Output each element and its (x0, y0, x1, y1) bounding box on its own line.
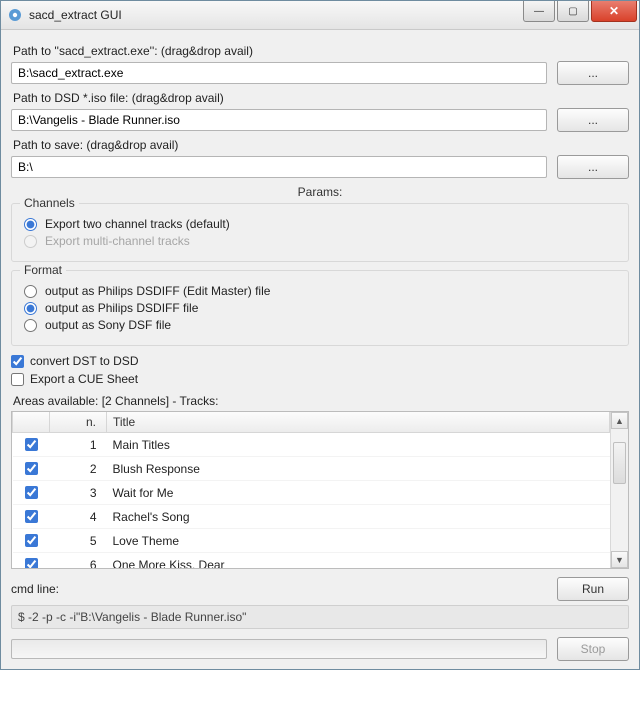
scroll-down-icon[interactable]: ▼ (611, 551, 628, 568)
scroll-up-icon[interactable]: ▲ (611, 412, 628, 429)
params-header: Params: (11, 185, 629, 199)
table-row[interactable]: 2Blush Response (13, 457, 610, 481)
track-title: Blush Response (107, 457, 610, 481)
table-row[interactable]: 4Rachel's Song (13, 505, 610, 529)
table-row[interactable]: 1Main Titles (13, 433, 610, 457)
browse-exe-button[interactable]: ... (557, 61, 629, 85)
track-n: 6 (50, 553, 107, 569)
tracks-scrollbar[interactable]: ▲ ▼ (610, 412, 628, 568)
track-checkbox[interactable] (25, 438, 38, 451)
radio-sony-dsf[interactable]: output as Sony DSF file (24, 318, 616, 332)
radio-dsdiff[interactable]: output as Philips DSDIFF file (24, 301, 616, 315)
legend-channels: Channels (20, 196, 79, 210)
table-row[interactable]: 3Wait for Me (13, 481, 610, 505)
track-n: 3 (50, 481, 107, 505)
label-path-save: Path to save: (drag&drop avail) (13, 138, 629, 152)
label-path-iso: Path to DSD *.iso file: (drag&drop avail… (13, 91, 629, 105)
close-button[interactable]: ✕ (591, 1, 637, 22)
track-checkbox[interactable] (25, 462, 38, 475)
track-n: 5 (50, 529, 107, 553)
track-title: Main Titles (107, 433, 610, 457)
app-icon (7, 7, 23, 23)
label-areas: Areas available: [2 Channels] - Tracks: (13, 394, 629, 408)
radio-dsdiff-edit-master-label: output as Philips DSDIFF (Edit Master) f… (45, 284, 270, 298)
tracks-table-wrap: n. Title 1Main Titles2Blush Response3Wai… (11, 411, 629, 569)
radio-dsdiff-label: output as Philips DSDIFF file (45, 301, 198, 315)
browse-save-button[interactable]: ... (557, 155, 629, 179)
table-row[interactable]: 5Love Theme (13, 529, 610, 553)
stop-button: Stop (557, 637, 629, 661)
radio-multi-channel: Export multi-channel tracks (24, 234, 616, 248)
track-title: Wait for Me (107, 481, 610, 505)
check-convert-dst-label: convert DST to DSD (30, 354, 138, 368)
track-n: 1 (50, 433, 107, 457)
input-path-save[interactable] (11, 156, 547, 178)
track-n: 2 (50, 457, 107, 481)
track-title: Rachel's Song (107, 505, 610, 529)
radio-two-channel-label: Export two channel tracks (default) (45, 217, 230, 231)
group-channels: Channels Export two channel tracks (defa… (11, 203, 629, 262)
radio-sony-dsf-label: output as Sony DSF file (45, 318, 171, 332)
track-checkbox[interactable] (25, 510, 38, 523)
input-path-iso[interactable] (11, 109, 547, 131)
browse-iso-button[interactable]: ... (557, 108, 629, 132)
track-checkbox[interactable] (25, 558, 38, 568)
tracks-table: n. Title 1Main Titles2Blush Response3Wai… (12, 412, 610, 568)
table-row[interactable]: 6One More Kiss, Dear (13, 553, 610, 569)
progress-bar (11, 639, 547, 659)
minimize-button[interactable]: — (523, 1, 555, 22)
label-cmdline: cmd line: (11, 582, 59, 596)
radio-dsdiff-edit-master[interactable]: output as Philips DSDIFF (Edit Master) f… (24, 284, 616, 298)
maximize-button[interactable]: ▢ (557, 1, 589, 22)
check-convert-dst[interactable]: convert DST to DSD (11, 354, 629, 368)
radio-multi-channel-label: Export multi-channel tracks (45, 234, 190, 248)
track-title: Love Theme (107, 529, 610, 553)
check-export-cue[interactable]: Export a CUE Sheet (11, 372, 629, 386)
input-path-exe[interactable] (11, 62, 547, 84)
window-title: sacd_extract GUI (29, 8, 523, 22)
run-button[interactable]: Run (557, 577, 629, 601)
legend-format: Format (20, 263, 66, 277)
track-n: 4 (50, 505, 107, 529)
titlebar[interactable]: sacd_extract GUI — ▢ ✕ (1, 1, 639, 30)
col-header-title[interactable]: Title (107, 412, 610, 433)
scroll-thumb[interactable] (613, 442, 626, 484)
col-header-n[interactable]: n. (50, 412, 107, 433)
group-format: Format output as Philips DSDIFF (Edit Ma… (11, 270, 629, 346)
radio-two-channel[interactable]: Export two channel tracks (default) (24, 217, 616, 231)
track-title: One More Kiss, Dear (107, 553, 610, 569)
track-checkbox[interactable] (25, 534, 38, 547)
col-header-check[interactable] (13, 412, 50, 433)
track-checkbox[interactable] (25, 486, 38, 499)
cmdline-value: $ -2 -p -c -i"B:\Vangelis - Blade Runner… (11, 605, 629, 629)
label-path-exe: Path to ''sacd_extract.exe'': (drag&drop… (13, 44, 629, 58)
check-export-cue-label: Export a CUE Sheet (30, 372, 138, 386)
